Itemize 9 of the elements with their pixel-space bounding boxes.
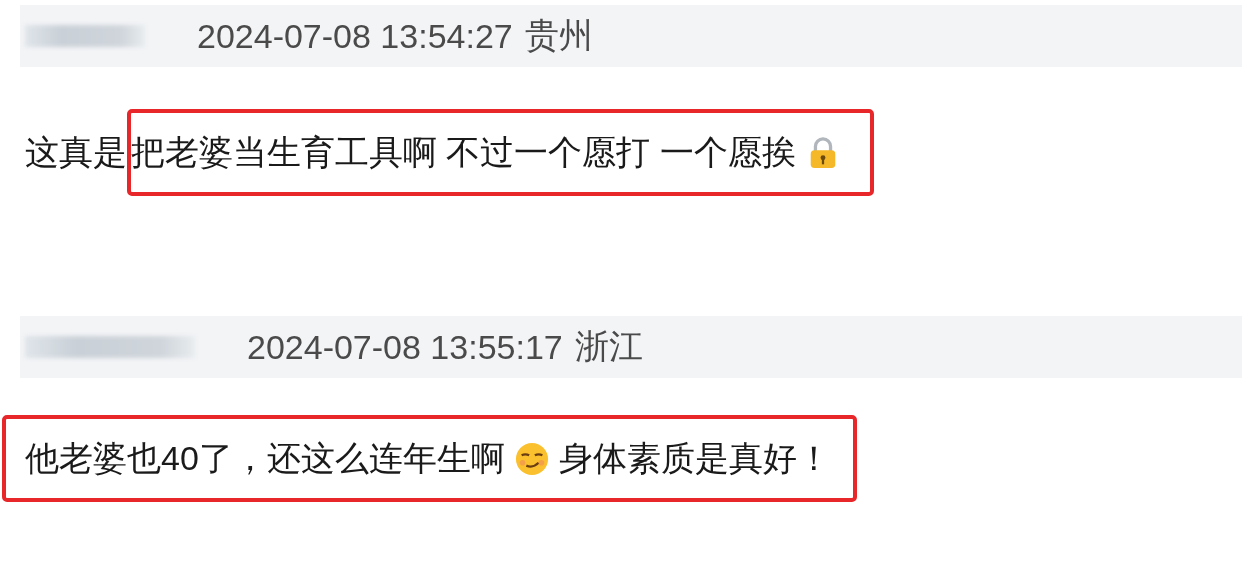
comment-text: 他老婆也40了，还这么连年生啊 <box>25 437 505 479</box>
comment-text: 身体素质是真好！ <box>558 437 831 479</box>
comment-time: 2024-07-08 13:55:17 <box>247 327 563 367</box>
comment-text: 这真是 <box>25 131 127 173</box>
comment-location: 浙江 <box>574 326 643 367</box>
comment-time: 2024-07-08 13:54:27 <box>197 16 513 56</box>
comment-location: 贵州 <box>524 15 593 56</box>
emoji-icon <box>514 441 549 476</box>
comment-text: 把老婆当生育工具啊 不过一个愿打 一个愿挨 <box>131 131 796 173</box>
